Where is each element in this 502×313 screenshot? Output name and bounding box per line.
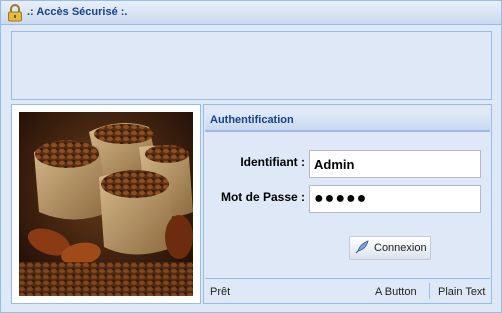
status-plain-text: Plain Text — [438, 286, 486, 298]
status-a-button[interactable]: A Button — [375, 286, 417, 298]
password-label: Mot de Passe : — [220, 190, 305, 204]
title-bar: .: Accès Sécurisé :. — [1, 1, 501, 25]
identifiant-input[interactable] — [309, 150, 481, 178]
login-window: .: Accès Sécurisé :. Authentification Id… — [0, 0, 502, 313]
status-text: Prêt — [210, 286, 231, 298]
window-title: .: Accès Sécurisé :. — [27, 6, 128, 18]
status-separator — [429, 283, 430, 299]
image-panel — [11, 104, 201, 304]
identifiant-label: Identifiant : — [240, 155, 305, 169]
connexion-label: Connexion — [374, 242, 427, 254]
coffee-beans-photo — [19, 112, 193, 296]
lock-icon — [7, 4, 23, 22]
connexion-button[interactable]: Connexion — [349, 236, 431, 260]
auth-panel: Authentification Identifiant : Mot de Pa… — [203, 104, 492, 304]
status-bar: Prêt A Button Plain Text — [205, 278, 490, 302]
auth-title: Authentification — [210, 114, 294, 126]
top-panel — [11, 31, 492, 100]
auth-header: Authentification — [205, 110, 490, 132]
feather-icon — [354, 239, 370, 258]
password-input[interactable]: ●●●●● — [309, 185, 481, 213]
